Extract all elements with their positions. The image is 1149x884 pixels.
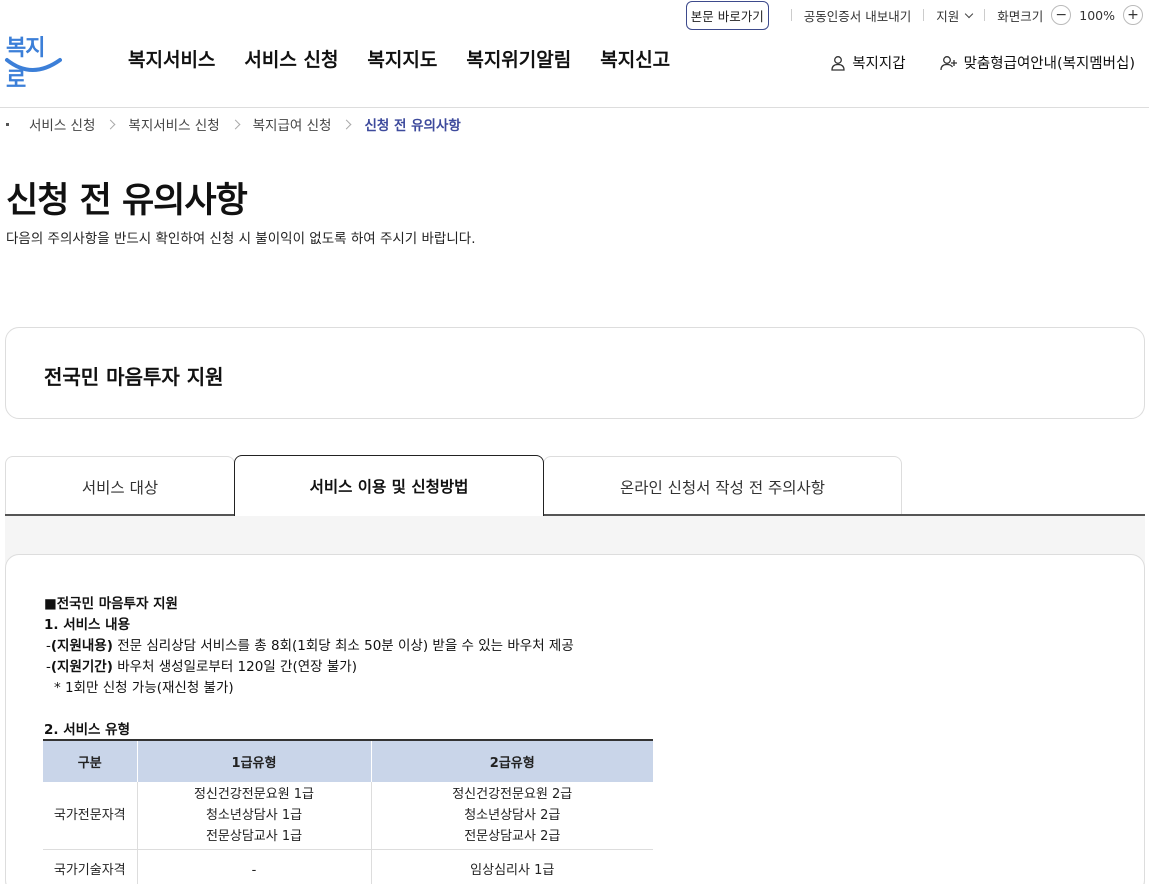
service-name-card: 전국민 마음투자 지원 [5, 327, 1145, 419]
table-cell: 국가기술자격 [43, 849, 137, 884]
cell-line: 전문상담교사 1급 [205, 829, 303, 844]
screen-size-label: 화면크기 [997, 8, 1044, 24]
service-content: ■전국민 마음투자 지원 1. 서비스 내용 -(지원내용) 전문 심리상담 서… [44, 594, 574, 699]
wallet-label: 복지지갑 [852, 56, 906, 72]
cell-line: 전문상담교사 2급 [464, 829, 561, 844]
header-divider [0, 107, 1149, 108]
cell-line: 정신건강전문요원 2급 [452, 787, 573, 802]
divider [923, 9, 925, 21]
nav-service-apply[interactable]: 서비스 신청 [244, 45, 338, 72]
chevron-down-icon [964, 9, 974, 18]
nav-welfare-report[interactable]: 복지신고 [600, 45, 670, 72]
line-text: 바우처 생성일로부터 120일 간(연장 불가) [112, 659, 357, 675]
content-line: -(지원내용) 전문 심리상담 서비스를 총 8회(1회당 최소 50분 이상)… [44, 636, 574, 657]
chevron-right-icon [105, 119, 116, 129]
divider [790, 9, 792, 21]
page-description: 다음의 주의사항을 반드시 확인하여 신청 시 불이익이 없도록 하여 주시기 … [6, 231, 476, 247]
line-text: 전문 심리상담 서비스를 총 8회(1회당 최소 50분 이상) 받을 수 있는… [112, 638, 574, 654]
cell-line: 정신건강전문요원 1급 [193, 787, 315, 802]
cell-line: 청소년상담사 1급 [205, 808, 303, 823]
page-title: 신청 전 유의사항 [6, 181, 248, 221]
table-header-row: 구분 1급유형 2급유형 [43, 739, 653, 782]
support-label: 지원 [936, 8, 960, 24]
zoom-out-button[interactable]: − [1051, 5, 1072, 25]
service-type-table: 구분 1급유형 2급유형 국가전문자격 정신건강전문요원 1급 청소년상담사 1… [43, 739, 653, 884]
table-row: 국가전문자격 정신건강전문요원 1급 청소년상담사 1급 전문상담교사 1급 정… [43, 782, 653, 850]
table-cell: 정신건강전문요원 2급 청소년상담사 2급 전문상담교사 2급 [370, 782, 653, 850]
breadcrumb-item[interactable]: 복지서비스 신청 [128, 114, 219, 134]
tab-service-target[interactable]: 서비스 대상 [5, 456, 235, 516]
nav-welfare-map[interactable]: 복지지도 [367, 45, 437, 72]
chevron-right-icon [230, 119, 241, 129]
zoom-in-button[interactable]: + [1123, 5, 1143, 25]
membership-link[interactable]: 맞춤형급여안내(복지멤버십) [939, 52, 1135, 73]
cell-line: 청소년상담사 2급 [464, 808, 561, 823]
breadcrumb: 서비스 신청 복지서비스 신청 복지급여 신청 신청 전 유의사항 [6, 114, 461, 134]
support-dropdown[interactable]: 지원 [936, 6, 974, 25]
tab-online-notice[interactable]: 온라인 신청서 작성 전 주의사항 [543, 456, 902, 516]
table-cell: 임상심리사 1급 [370, 849, 653, 884]
skip-to-content-link[interactable]: 본문 바로가기 [685, 0, 769, 30]
cert-export-link[interactable]: 공동인증서 내보내기 [804, 6, 911, 25]
content-line: -(지원기간) 바우처 생성일로부터 120일 간(연장 불가) [44, 657, 574, 678]
section-title: 2. 서비스 유형 [44, 722, 131, 738]
tab-usage-and-apply[interactable]: 서비스 이용 및 신청방법 [234, 455, 544, 516]
table-row: 국가기술자격 - 임상심리사 1급 [43, 849, 653, 884]
section-title: 1. 서비스 내용 [44, 617, 131, 633]
table-cell: - [136, 849, 371, 884]
user-links: 복지지갑 맞춤형급여안내(복지멤버십) [830, 52, 1135, 73]
nav-crisis-alert[interactable]: 복지위기알림 [466, 45, 571, 72]
home-bullet-icon [6, 122, 9, 126]
main-nav: 복지서비스 서비스 신청 복지지도 복지위기알림 복지신고 [128, 45, 670, 72]
wallet-link[interactable]: 복지지갑 [830, 52, 906, 73]
membership-label: 맞춤형급여안내(복지멤버십) [963, 56, 1135, 72]
breadcrumb-item[interactable]: 서비스 신청 [29, 114, 95, 134]
table-header: 1급유형 [136, 739, 371, 782]
user-add-icon [939, 55, 957, 70]
table-cell: 국가전문자격 [43, 782, 137, 850]
user-icon [831, 55, 845, 71]
utility-bar: 본문 바로가기 공동인증서 내보내기 지원 화면크기 − 100% + [685, 0, 1149, 30]
nav-welfare-services[interactable]: 복지서비스 [128, 45, 215, 72]
table-header: 구분 [43, 739, 137, 782]
table-cell: 정신건강전문요원 1급 청소년상담사 1급 전문상담교사 1급 [136, 782, 371, 850]
tab-bar: 서비스 대상 서비스 이용 및 신청방법 온라인 신청서 작성 전 주의사항 [5, 455, 1145, 516]
content-note: * 1회만 신청 가능(재신청 불가) [54, 680, 234, 696]
zoom-value: 100% [1079, 7, 1115, 23]
service-name: 전국민 마음투자 지원 [44, 365, 224, 389]
logo-smile-icon [5, 58, 62, 72]
line-label: (지원내용) [50, 638, 113, 654]
breadcrumb-current: 신청 전 유의사항 [364, 118, 461, 134]
chevron-right-icon [342, 119, 352, 129]
site-logo[interactable]: 복지로 [4, 30, 62, 93]
table-header: 2급유형 [370, 739, 653, 782]
divider [984, 9, 986, 21]
breadcrumb-item[interactable]: 복지급여 신청 [253, 114, 332, 134]
line-label: (지원기간) [50, 659, 113, 675]
content-heading: ■전국민 마음투자 지원 [44, 596, 178, 612]
